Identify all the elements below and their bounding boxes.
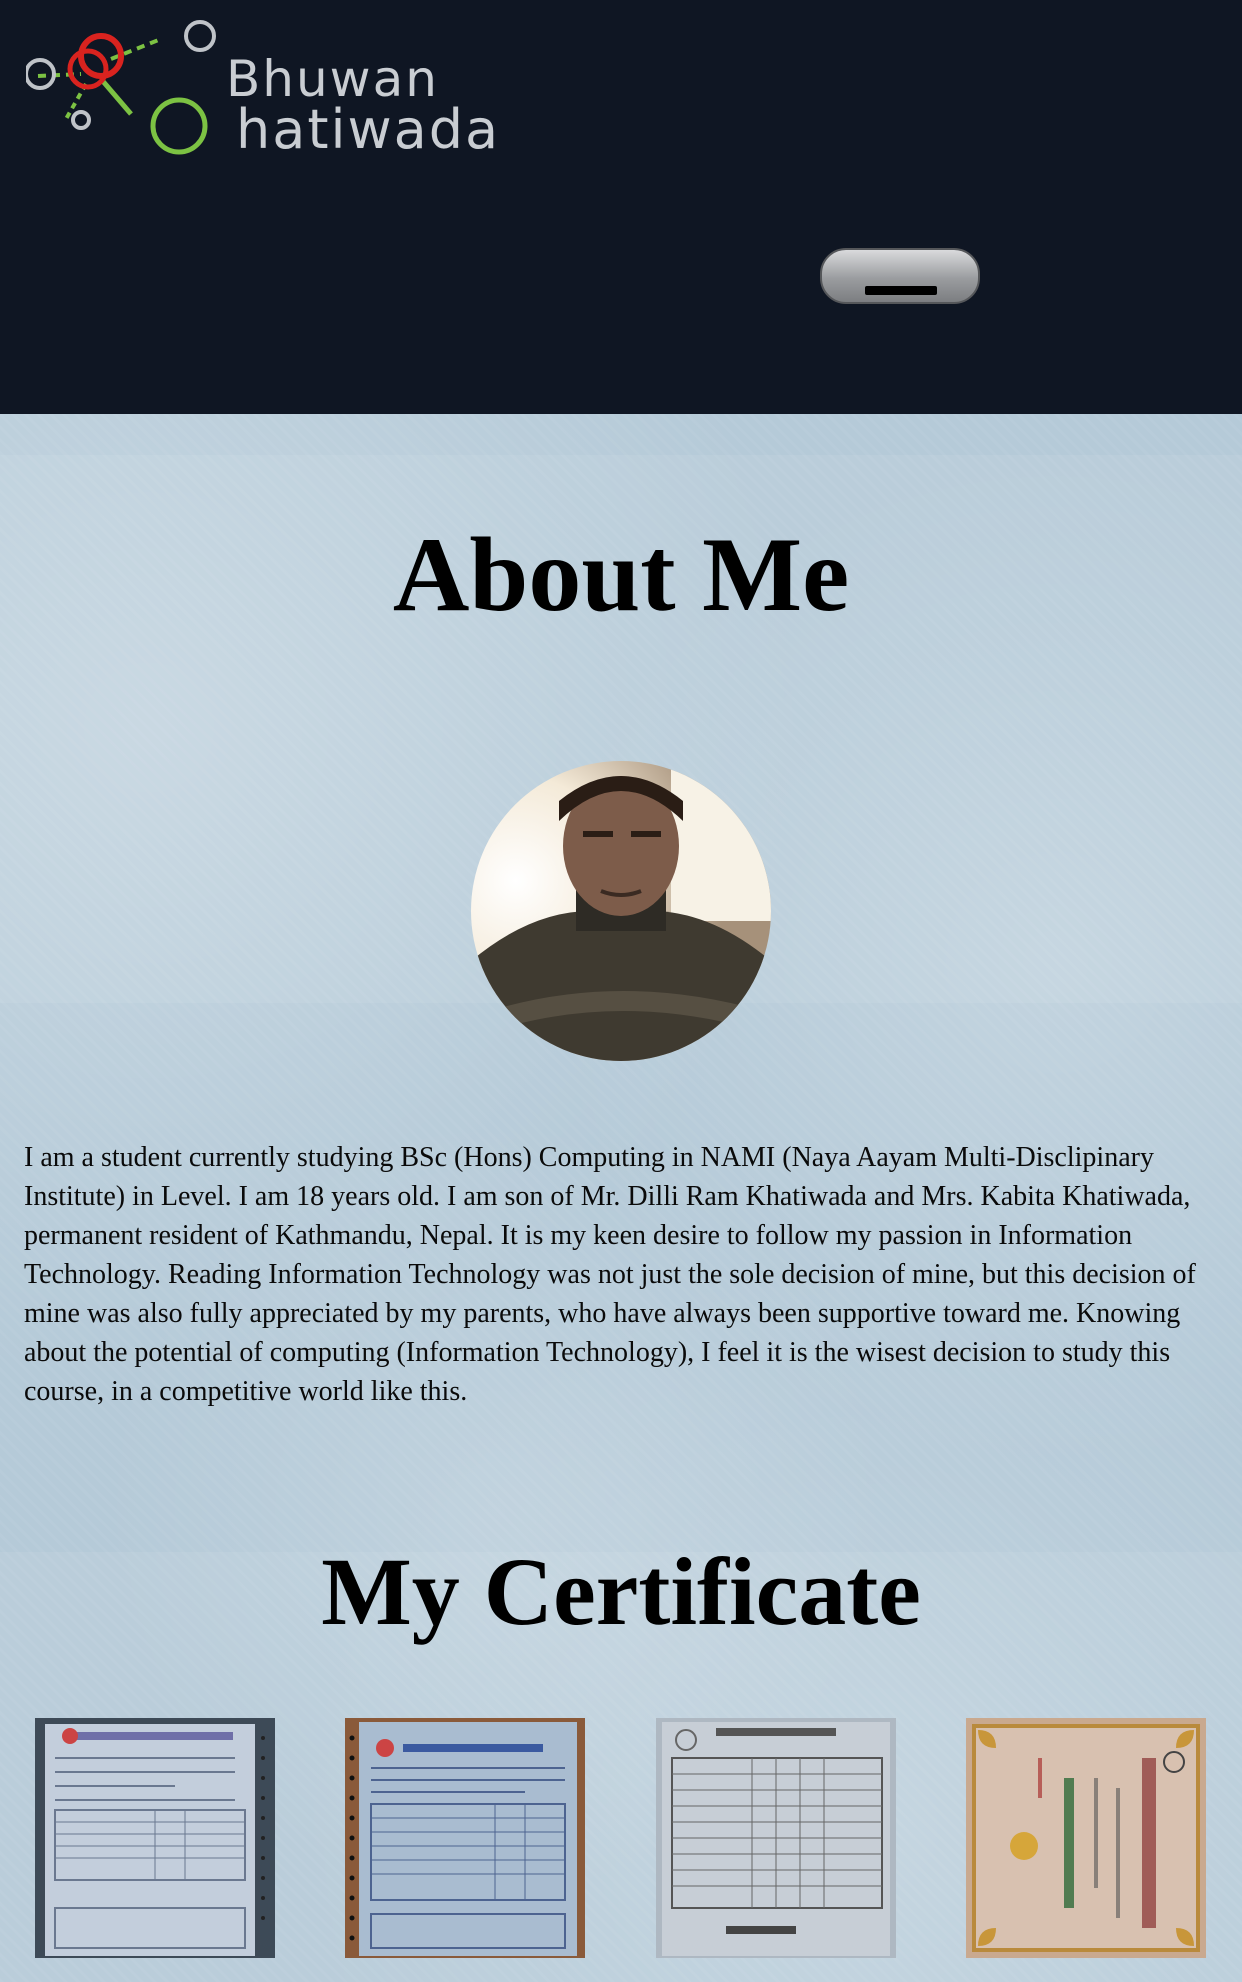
logo-molecule-icon — [26, 20, 216, 155]
site-logo[interactable]: Bhuwan hatiwada — [26, 14, 498, 164]
about-title: About Me — [392, 516, 850, 633]
certificate-title: My Certificate — [321, 1538, 921, 1645]
certificate-thumbnail[interactable] — [35, 1718, 275, 1958]
certificate-thumbnail[interactable] — [966, 1718, 1206, 1958]
certificate-thumbnail[interactable] — [656, 1718, 896, 1958]
certificate-thumbnail[interactable] — [345, 1718, 585, 1958]
about-bio: I am a student currently studying BSc (H… — [24, 1142, 1196, 1407]
site-header: Bhuwan hatiwada — [0, 0, 1242, 414]
logo-last-name: hatiwada — [236, 98, 501, 161]
menu-toggle-button[interactable] — [820, 248, 980, 304]
menu-bar-icon — [865, 286, 937, 295]
profile-photo — [471, 761, 771, 1061]
